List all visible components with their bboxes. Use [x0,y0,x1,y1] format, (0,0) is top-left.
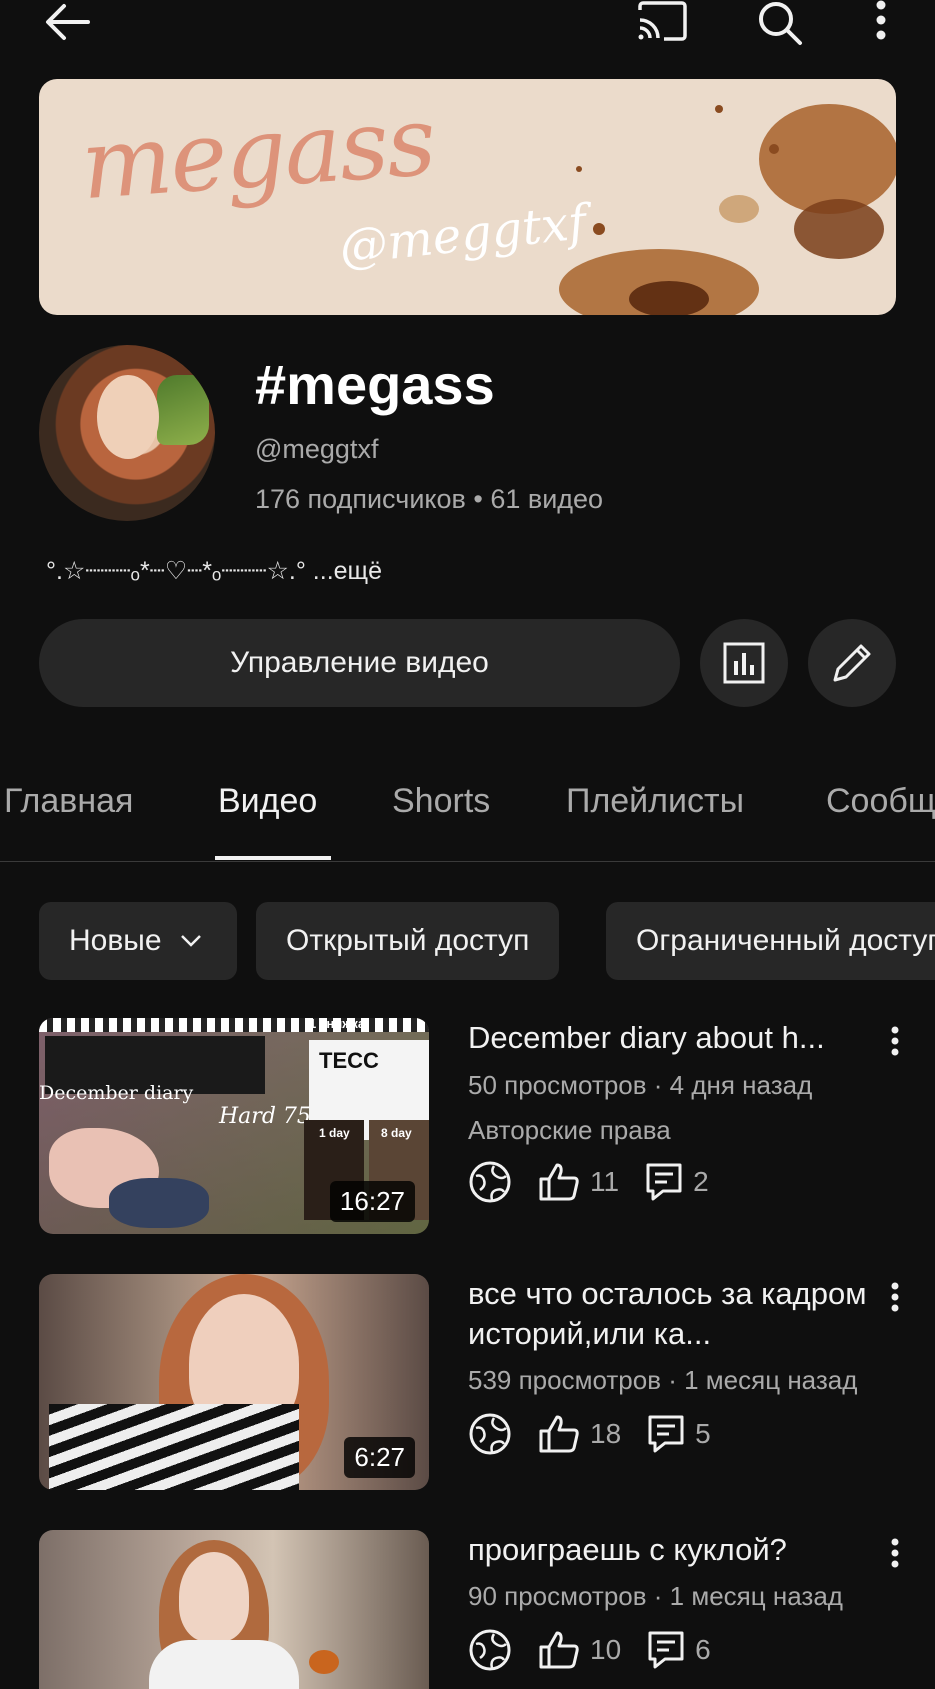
chevron-down-icon [180,935,201,947]
tab-playlists[interactable]: Плейлисты [566,782,744,821]
more-vertical-icon [876,0,886,40]
arrow-left-icon [46,4,90,40]
comment-icon [646,1163,682,1201]
manage-videos-button[interactable]: Управление видео [39,619,680,707]
thumbs-up-icon [539,1631,579,1669]
cast-button[interactable] [636,0,688,42]
comment-icon [648,1415,684,1453]
video-meta: 90 просмотров · 1 месяц назад [468,1581,843,1611]
tabs-divider [0,861,935,862]
video-menu-button[interactable] [880,1282,910,1328]
avatar-face [97,375,159,459]
avatar-plant [157,375,209,445]
video-actions: 11 2 [468,1158,735,1206]
search-icon [759,2,802,45]
video-thumbnail[interactable]: 6:27 [39,1274,429,1490]
thumb-text: Hard 75 [219,1104,311,1129]
channel-title: #megass [255,353,495,416]
globe-icon [469,1413,511,1455]
chip-restricted[interactable]: Ограниченный доступ [606,902,935,980]
more-button[interactable] [872,0,890,44]
thumb-text: 1 day [319,1126,350,1140]
thumbs-up-icon [539,1415,579,1453]
video-title[interactable]: все что осталось за кадром историй,или к… [468,1274,868,1354]
video-duration: 16:27 [329,1181,415,1222]
comment-count: 5 [695,1418,711,1449]
active-tab-indicator [215,856,331,860]
video-menu-button[interactable] [880,1026,910,1072]
tab-shorts[interactable]: Shorts [392,782,490,821]
chip-label: Новые [69,924,162,957]
video-meta: 539 просмотров · 1 месяц назад [468,1365,858,1395]
channel-stats: 176 подписчиков • 61 видео [255,484,604,514]
video-thumbnail[interactable]: 1 книжка ТЕСС December diary Hard 75 1 d… [39,1018,429,1234]
analytics-icon [723,642,765,684]
chip-public[interactable]: Открытый доступ [256,902,560,980]
comment-icon [648,1631,684,1669]
tab-home[interactable]: Главная [4,782,133,821]
thumb-text: ТЕСС [319,1048,379,1073]
like-count: 18 [590,1418,622,1449]
filter-chips: Новые Открытый доступ Ограниченный досту… [0,902,935,982]
thumb-pumpkin [309,1650,339,1674]
thumb-text: December diary [39,1082,194,1104]
thumb-striped-shirt [49,1404,299,1490]
globe-icon [469,1629,511,1671]
thumb-text: 1 книжка [309,1018,366,1031]
more-vertical-icon [891,1282,899,1312]
coffee-stain-decoration [559,104,896,315]
edit-channel-button[interactable] [808,619,896,707]
cast-icon [638,1,687,41]
thumb-text: 8 day [381,1126,412,1140]
channel-tabs: Главная Видео Shorts Плейлисты Сообществ… [0,770,935,862]
tab-videos[interactable]: Видео [218,782,317,821]
globe-icon [469,1161,511,1203]
video-copyright[interactable]: Авторские права [468,1115,671,1146]
video-thumbnail[interactable] [39,1530,429,1689]
video-duration: 6:27 [344,1437,415,1478]
thumb-white-shirt [149,1640,299,1689]
thumb-filmstrip [39,1018,429,1032]
channel-banner[interactable]: megass @meggtxf [39,79,896,315]
chip-sort-new[interactable]: Новые [39,902,237,980]
comment-count: 6 [695,1634,711,1665]
more-vertical-icon [891,1026,899,1056]
video-title[interactable]: December diary about h... [468,1018,868,1058]
back-button[interactable] [42,2,92,42]
comment-count: 2 [693,1166,709,1197]
tab-community[interactable]: Сообщество [826,782,935,821]
channel-description[interactable]: °.☆┈┈┈ₒ*┈♡┈*ₒ┈┈┈☆.° ...ещё [46,556,382,586]
video-meta: 50 просмотров · 4 дня назад [468,1070,813,1100]
like-count: 10 [590,1634,622,1665]
thumbs-up-icon [539,1163,579,1201]
more-vertical-icon [891,1538,899,1568]
video-actions: 10 6 [468,1626,737,1674]
video-actions: 18 5 [468,1410,737,1458]
video-title[interactable]: проиграешь с куклой? [468,1530,868,1570]
thumb-person-face [179,1552,249,1642]
thumb-sneakers [109,1178,209,1228]
avatar[interactable] [39,345,215,521]
search-button[interactable] [756,0,804,46]
channel-handle: @meggtxf [255,434,379,464]
banner-title: megass [77,84,438,222]
analytics-button[interactable] [700,619,788,707]
pencil-icon [833,644,871,682]
like-count: 11 [590,1166,620,1197]
video-menu-button[interactable] [880,1538,910,1584]
